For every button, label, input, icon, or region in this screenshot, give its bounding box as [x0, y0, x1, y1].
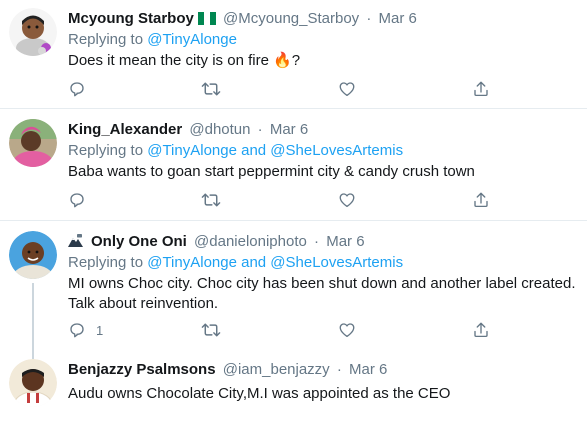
avatar[interactable]: [9, 8, 57, 56]
avatar[interactable]: [9, 231, 57, 279]
fire-icon: 🔥: [273, 52, 292, 69]
tweet-actions: [68, 79, 498, 99]
thread-connector: [32, 283, 34, 359]
tweet-2[interactable]: King_Alexander @dhotun · Mar 6 Replying …: [0, 109, 587, 220]
tweet-header: Only One Oni @danieloniphoto · Mar 6: [68, 232, 575, 252]
display-name[interactable]: Mcyoung Starboy: [68, 10, 194, 27]
share-icon: [472, 191, 490, 209]
like-button[interactable]: [338, 190, 356, 210]
dot-separator: ·: [257, 121, 263, 138]
tweet-1[interactable]: Mcyoung Starboy @Mcyoung_Starboy · Mar 6…: [0, 0, 587, 108]
retweet-icon: [201, 191, 221, 209]
tweet-text-line: MI owns Choc city. Choc city has been sh…: [68, 275, 576, 292]
display-name[interactable]: King_Alexander: [68, 121, 182, 138]
share-button[interactable]: [472, 190, 490, 210]
reply-icon: [68, 80, 86, 98]
share-button[interactable]: [472, 79, 490, 99]
tweet-actions: [68, 190, 498, 210]
like-button[interactable]: [338, 320, 356, 340]
reply-icon: [68, 321, 86, 339]
retweet-icon: [201, 321, 221, 339]
tweet-header: King_Alexander @dhotun · Mar 6: [68, 120, 575, 140]
like-icon: [338, 321, 356, 339]
share-icon: [472, 80, 490, 98]
tweet-text: Baba wants to goan start peppermint city…: [68, 163, 475, 180]
handle[interactable]: @dhotun: [189, 121, 250, 138]
retweet-icon: [201, 80, 221, 98]
reply-count: 1: [96, 322, 104, 338]
timestamp[interactable]: Mar 6: [349, 361, 387, 378]
tweet-actions: 1: [68, 320, 498, 340]
nigeria-flag-icon: [197, 11, 216, 25]
timestamp[interactable]: Mar 6: [379, 10, 417, 27]
dot-separator: ·: [314, 233, 320, 250]
like-icon: [338, 191, 356, 209]
reply-button[interactable]: [68, 79, 86, 99]
timestamp[interactable]: Mar 6: [326, 233, 364, 250]
handle[interactable]: @Mcyoung_Starboy: [223, 10, 359, 27]
replying-prefix: Replying to: [68, 31, 144, 48]
replying-to-link[interactable]: @TinyAlonge and @SheLovesArtemis: [147, 142, 403, 159]
replying-to: Replying to @TinyAlonge and @SheLovesArt…: [68, 253, 575, 273]
avatar[interactable]: [9, 119, 57, 167]
retweet-button[interactable]: [201, 190, 221, 210]
display-name[interactable]: Benjazzy Psalmsons: [68, 361, 216, 378]
dot-separator: ·: [336, 361, 342, 378]
handle[interactable]: @iam_benjazzy: [223, 361, 330, 378]
replying-to: Replying to @TinyAlonge: [68, 30, 575, 50]
share-icon: [472, 321, 490, 339]
replying-to-link[interactable]: @TinyAlonge and @SheLovesArtemis: [147, 254, 403, 271]
tweet-4[interactable]: Benjazzy Psalmsons @iam_benjazzy · Mar 6…: [0, 351, 587, 445]
replying-prefix: Replying to: [68, 254, 144, 271]
retweet-button[interactable]: [201, 79, 221, 99]
display-name[interactable]: Only One Oni: [91, 233, 187, 250]
dot-separator: ·: [366, 10, 372, 27]
tweet-text-end: ?: [291, 52, 301, 69]
tweet-3[interactable]: Only One Oni @danieloniphoto · Mar 6 Rep…: [0, 221, 587, 359]
reply-button[interactable]: 1: [68, 320, 103, 340]
timestamp[interactable]: Mar 6: [270, 121, 308, 138]
replying-prefix: Replying to: [68, 142, 144, 159]
replying-to: Replying to @TinyAlonge and @SheLovesArt…: [68, 141, 575, 161]
reply-icon: [68, 191, 86, 209]
like-icon: [338, 80, 356, 98]
mountain-camera-icon: [68, 234, 83, 254]
reply-button[interactable]: [68, 190, 86, 210]
retweet-button[interactable]: [201, 320, 221, 340]
tweet-header: Benjazzy Psalmsons @iam_benjazzy · Mar 6: [68, 360, 575, 380]
tweet-text: MI owns Choc city. Choc city has been sh…: [68, 274, 576, 314]
handle[interactable]: @danieloniphoto: [194, 233, 307, 250]
like-button[interactable]: [338, 79, 356, 99]
avatar[interactable]: [9, 359, 57, 407]
tweet-header: Mcyoung Starboy @Mcyoung_Starboy · Mar 6: [68, 9, 575, 29]
replying-to-link[interactable]: @TinyAlonge: [147, 31, 237, 48]
share-button[interactable]: [472, 320, 490, 340]
tweet-text-line: Talk about reinvention.: [68, 295, 219, 312]
tweet-text: Does it mean the city is on fire 🔥?: [68, 51, 575, 71]
tweet-text-part: Does it mean the city is on fire: [68, 52, 274, 69]
tweet-text: Audu owns Chocolate City,M.I was appoint…: [68, 385, 451, 402]
